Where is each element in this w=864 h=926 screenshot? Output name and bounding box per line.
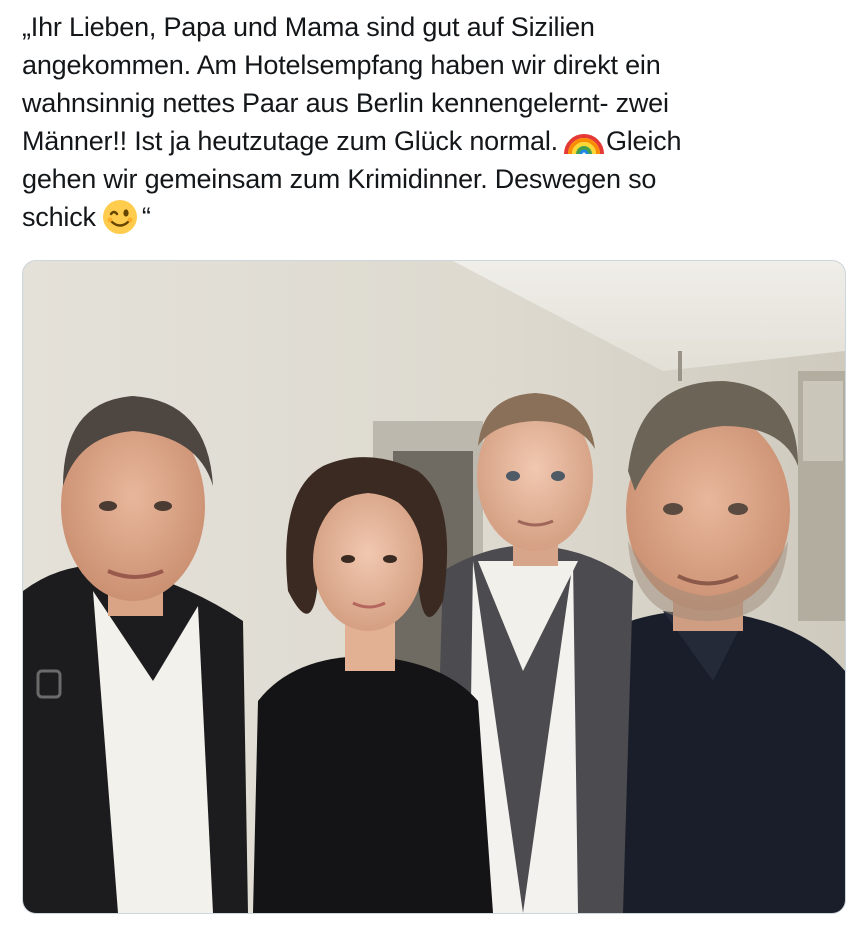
tweet-line-6-text: schick — [22, 202, 96, 232]
tweet-photo[interactable] — [22, 260, 846, 914]
tweet-line-4-text: Männer!! Ist ja heutzutage zum Glück nor… — [22, 126, 558, 156]
rainbow-emoji-icon — [563, 126, 604, 155]
tweet-line-6-quote: “ — [141, 202, 151, 232]
winking-face-icon — [102, 199, 138, 235]
tweet-line-1: „Ihr Lieben, Papa und Mama sind gut auf … — [22, 12, 595, 42]
tweet-line-3: wahnsinnig nettes Paar aus Berlin kennen… — [22, 88, 669, 118]
tweet-line-5: gehen wir gemeinsam zum Krimidinner. Des… — [22, 164, 657, 194]
tweet-line-4: Männer!! Ist ja heutzutage zum Glück nor… — [22, 122, 822, 160]
tweet-line-4-tail: Gleich — [605, 126, 682, 156]
tweet-line-2: angekommen. Am Hotelsempfang haben wir d… — [22, 50, 661, 80]
tweet-text: „Ihr Lieben, Papa und Mama sind gut auf … — [22, 8, 822, 236]
tweet-line-6: schick “ — [22, 198, 822, 236]
